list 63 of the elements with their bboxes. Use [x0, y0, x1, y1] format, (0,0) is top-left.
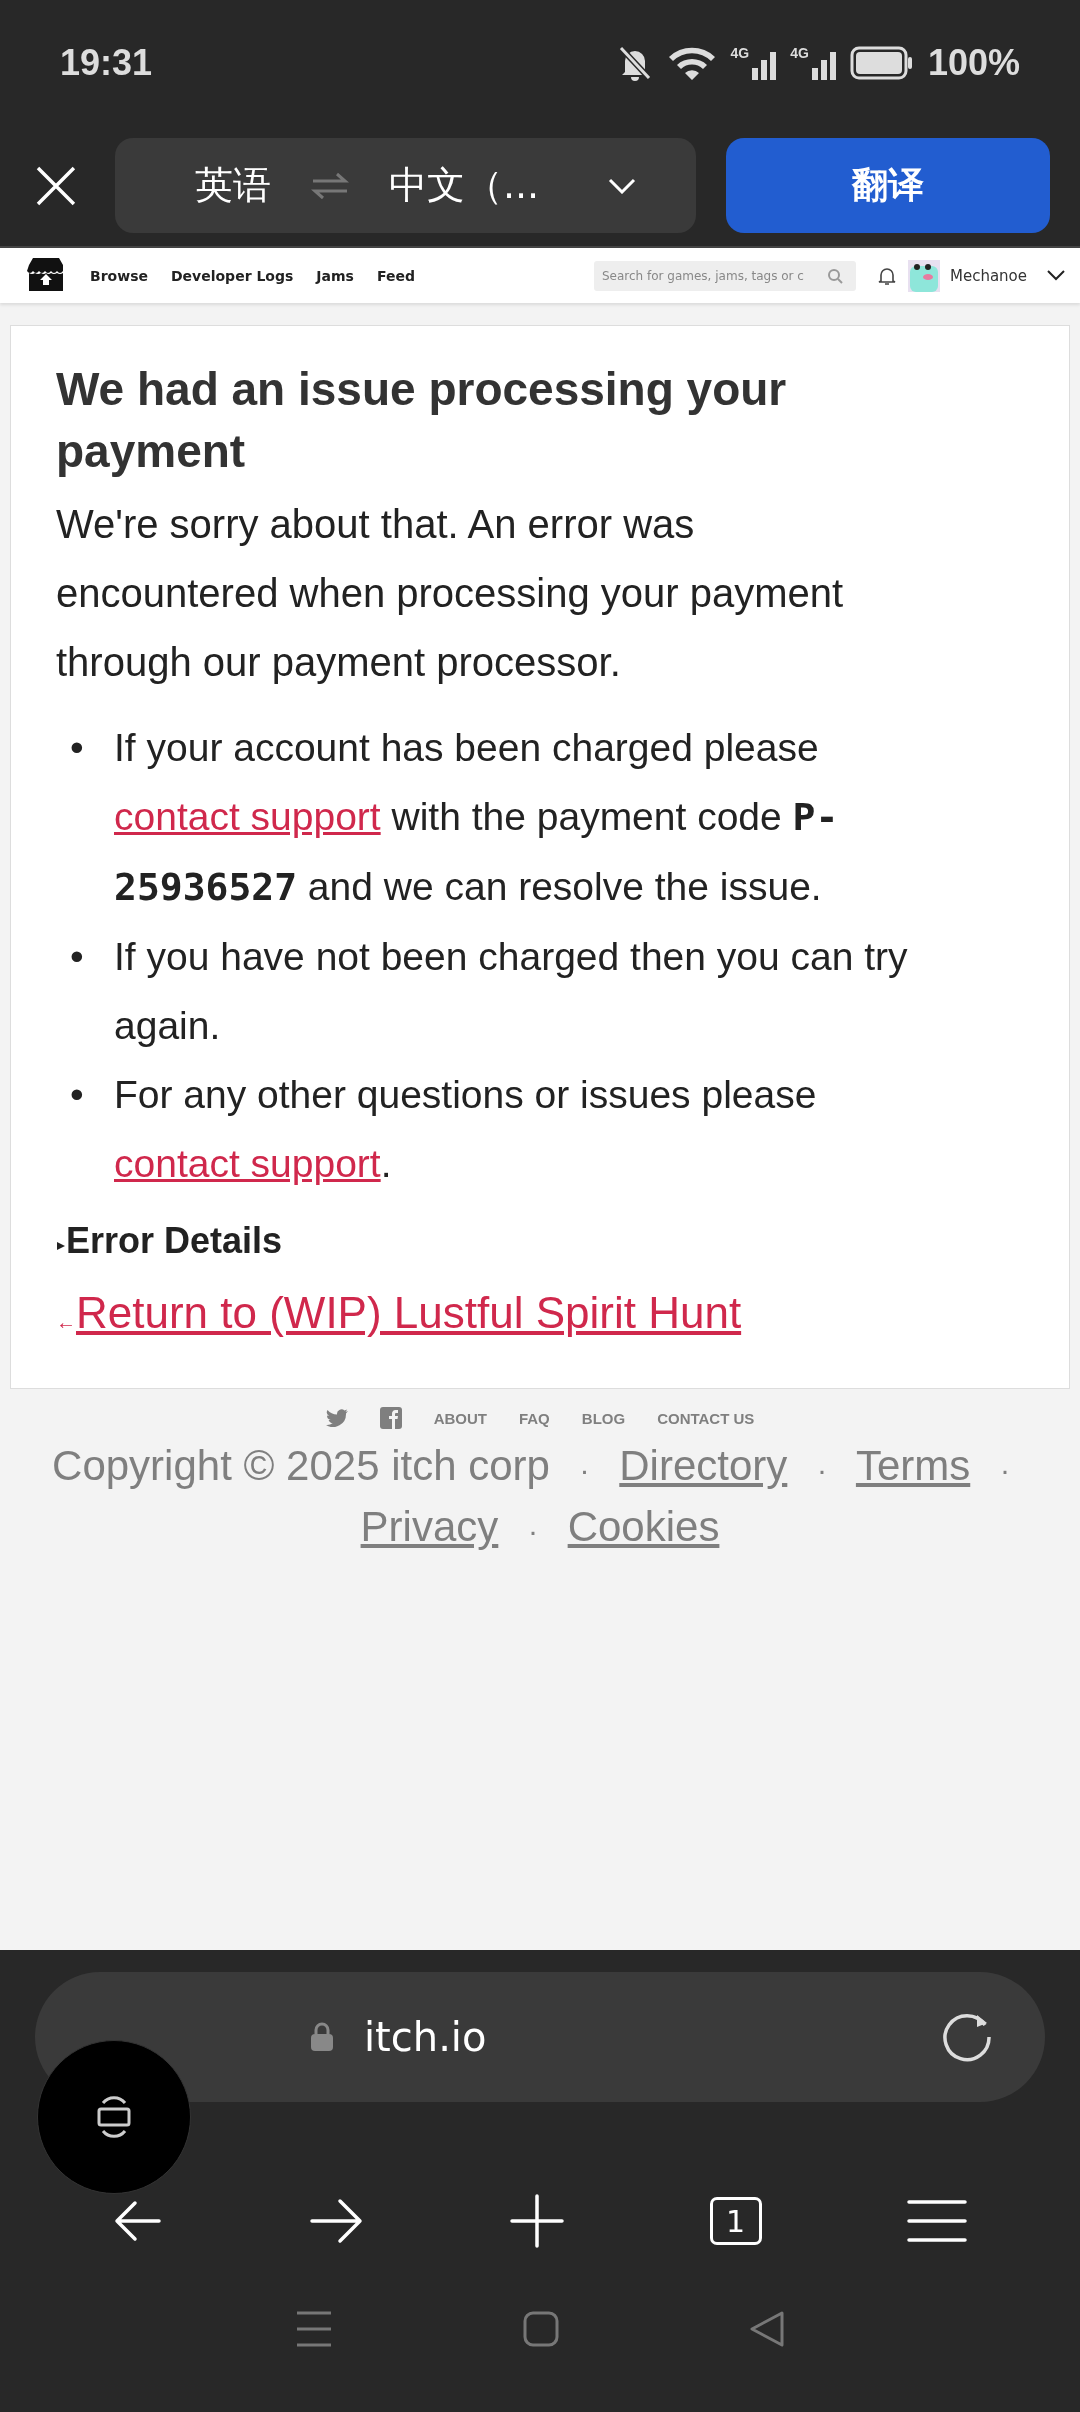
- recent-apps-icon[interactable]: [295, 2310, 333, 2348]
- footer-link[interactable]: Directory: [619, 1442, 788, 1489]
- bullet: •: [70, 1073, 84, 1116]
- nav-link[interactable]: Browse: [90, 267, 148, 284]
- nav-link[interactable]: Jams: [316, 267, 354, 284]
- forward-icon[interactable]: [308, 2197, 365, 2245]
- network-label: 4G: [730, 45, 750, 60]
- screen-rotate-icon[interactable]: [95, 2095, 133, 2139]
- search-field[interactable]: Search for games, jams, tags or c: [593, 260, 856, 291]
- translate-button[interactable]: 翻译: [725, 138, 1050, 233]
- back-triangle-icon[interactable]: [749, 2310, 785, 2348]
- url-text[interactable]: itch.io: [364, 2014, 487, 2060]
- battery-icon: [849, 45, 914, 80]
- avatar-icon[interactable]: [907, 259, 940, 292]
- battery-percentage: 100%: [927, 41, 1020, 84]
- nav-link[interactable]: Developer Logs: [170, 267, 294, 284]
- copyright-text: Copyright © 2025 itch corp: [52, 1442, 550, 1489]
- instruction-text: If your account has been charged please contact support with the payment code P-25936527 and we can resolve the issue.: [114, 725, 840, 911]
- bullet: •: [70, 726, 84, 769]
- bell-icon[interactable]: [877, 265, 896, 286]
- contact-support-link[interactable]: contact support: [114, 1142, 381, 1185]
- signal-bars-icon: [811, 51, 836, 80]
- error-message: We're sorry about that. An error was encountered when processing your payment through our payment processor.: [56, 501, 845, 686]
- username[interactable]: Mechanoe: [949, 266, 1027, 285]
- return-link[interactable]: Return to (WIP) Lustful Spirit Hunt: [76, 1288, 742, 1338]
- source-language[interactable]: 英语: [194, 160, 271, 211]
- tab-count[interactable]: 1: [709, 2197, 762, 2245]
- target-language[interactable]: 中文（...: [388, 160, 540, 211]
- separator: ·: [527, 1514, 538, 1547]
- separator: ·: [999, 1453, 1010, 1486]
- footer-nav-link[interactable]: BLOG: [581, 1409, 626, 1427]
- footer-nav-link[interactable]: CONTACT US: [657, 1409, 755, 1427]
- collapsed-triangle-icon[interactable]: [56, 1239, 66, 1253]
- back-arrow-icon: ←: [56, 1310, 76, 1334]
- separator: ·: [817, 1453, 827, 1486]
- footer-link[interactable]: Cookies: [567, 1503, 720, 1550]
- nav-link[interactable]: Feed: [376, 267, 415, 284]
- instruction-text: If you have not been charged then you can try again.: [114, 934, 909, 1049]
- home-icon[interactable]: [523, 2311, 559, 2347]
- back-icon[interactable]: [112, 2199, 163, 2243]
- clock: 19:31: [60, 41, 153, 84]
- swap-icon[interactable]: [310, 170, 349, 201]
- contact-support-link[interactable]: contact support: [114, 795, 381, 838]
- new-tab-icon[interactable]: [510, 2194, 564, 2248]
- error-details-toggle[interactable]: Error Details: [66, 1220, 283, 1262]
- facebook-icon[interactable]: [379, 1407, 402, 1429]
- footer-nav-link[interactable]: FAQ: [518, 1409, 550, 1427]
- page-title: We had an issue processing your payment: [56, 362, 788, 479]
- bullet: •: [70, 935, 84, 978]
- chevron-down-icon[interactable]: [1047, 270, 1065, 281]
- footer-nav-link[interactable]: ABOUT: [433, 1409, 487, 1427]
- footer-link[interactable]: Terms: [855, 1442, 971, 1489]
- close-icon[interactable]: [35, 164, 77, 207]
- twitter-bird-icon[interactable]: [325, 1409, 348, 1427]
- separator: ·: [579, 1453, 590, 1486]
- lock-icon: [310, 2022, 334, 2052]
- menu-icon[interactable]: [907, 2199, 968, 2243]
- address-bar[interactable]: itch.io: [35, 1972, 1045, 2102]
- network-label: 4G: [790, 45, 809, 60]
- instruction-text: For any other questions or issues please contact support.: [114, 1072, 818, 1187]
- signal-bars-icon: [752, 51, 777, 80]
- footer-link[interactable]: Privacy: [360, 1503, 499, 1550]
- language-selector[interactable]: 英语 中文（...: [114, 138, 696, 233]
